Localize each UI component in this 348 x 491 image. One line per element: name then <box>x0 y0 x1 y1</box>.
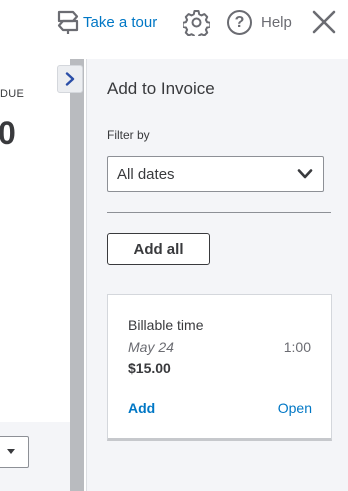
filter-label: Filter by <box>107 128 150 142</box>
take-a-tour-link[interactable]: Take a tour <box>56 9 157 35</box>
background-summary-card <box>0 59 70 422</box>
scrollbar[interactable] <box>70 59 84 491</box>
item-hours: 1:00 <box>283 339 311 355</box>
item-amount: $15.00 <box>128 360 171 376</box>
item-date: May 24 <box>128 339 174 355</box>
background-dropdown[interactable] <box>0 436 29 468</box>
add-all-button[interactable]: Add all <box>107 233 210 265</box>
caret-down-icon <box>7 449 15 454</box>
close-icon[interactable] <box>311 9 337 35</box>
top-header: Take a tour ? Help <box>0 0 348 45</box>
take-a-tour-label: Take a tour <box>83 13 158 31</box>
billable-item-card: Billable time May 24 1:00 $15.00 Add Ope… <box>107 294 332 441</box>
question-circle-icon: ? <box>227 10 252 35</box>
chevron-down-icon <box>297 169 313 179</box>
item-add-link[interactable]: Add <box>128 400 155 416</box>
date-filter-dropdown[interactable]: All dates <box>107 156 324 192</box>
gear-icon[interactable] <box>183 9 210 36</box>
item-open-link[interactable]: Open <box>278 400 312 416</box>
help-button[interactable]: ? Help <box>227 9 292 36</box>
divider <box>107 212 331 213</box>
chevron-right-icon <box>65 72 75 86</box>
collapse-drawer-button[interactable] <box>57 65 83 93</box>
item-type: Billable time <box>128 317 204 333</box>
signpost-icon <box>57 10 79 34</box>
help-label: Help <box>261 14 292 31</box>
add-to-invoice-drawer: Add to Invoice Filter by All dates Add a… <box>86 59 348 491</box>
balance-due-label: DUE <box>0 88 25 100</box>
drawer-title: Add to Invoice <box>107 79 215 98</box>
balance-due-amount: 0 <box>0 115 16 151</box>
date-filter-value: All dates <box>117 166 175 183</box>
